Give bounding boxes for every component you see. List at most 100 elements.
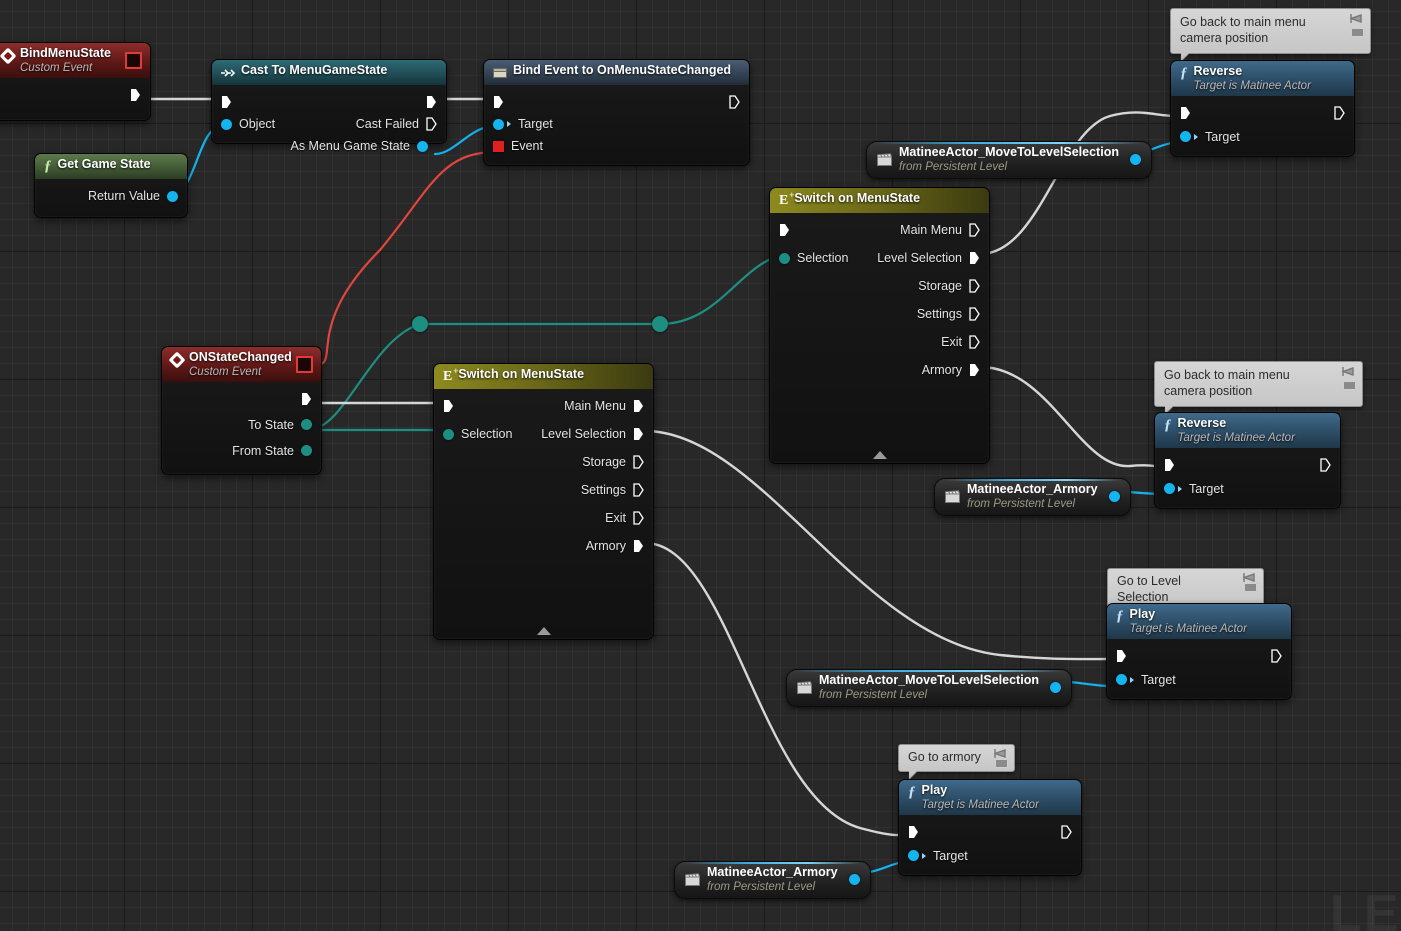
comment-bubble-reverse-mid[interactable]: Go back to main menu camera position <box>1154 361 1363 415</box>
main-menu-out-pin[interactable] <box>633 399 644 413</box>
comment-bubble-play-armory[interactable]: Go to armory <box>898 744 1015 779</box>
pin-label: Target <box>933 848 968 863</box>
pin-row-armory: Armory <box>435 535 653 557</box>
armory-out-pin[interactable] <box>633 539 644 553</box>
exec-in-pin[interactable] <box>221 95 232 109</box>
node-title: ONStateChanged <box>189 350 292 364</box>
exec-out-pin[interactable] <box>130 88 141 102</box>
main-menu-out-pin[interactable] <box>969 223 980 237</box>
node-cast-to-menu-game-state[interactable]: Cast To MenuGameState Object Cast Failed… <box>211 59 447 153</box>
as-menu-game-state-out-pin[interactable] <box>417 140 428 152</box>
pin-comment-icon[interactable] <box>1241 572 1257 583</box>
exec-out-pin[interactable] <box>1334 106 1345 120</box>
node-switch-on-menustate-lower[interactable]: E + Switch on MenuState Selection Main Me… <box>433 363 654 640</box>
actor-name: MatineeActor_MoveToLevelSelection <box>819 673 1039 687</box>
pin-row-level-selection: Level Selection <box>771 247 989 269</box>
exec-out-pin[interactable] <box>1061 825 1072 839</box>
comment-resize-icon[interactable] <box>995 759 1008 768</box>
node-reverse-top[interactable]: ƒ Reverse Target is Matinee Actor Target <box>1170 60 1355 157</box>
node-bind-event-to-on-menu-state-changed[interactable]: Bind Event to OnMenuStateChanged Target … <box>483 59 750 166</box>
target-in-pin[interactable] <box>908 850 919 862</box>
pin-row-object: Object <box>212 113 329 135</box>
pin-row-storage: Storage <box>771 275 989 297</box>
delegate-output-pin[interactable] <box>125 52 142 69</box>
exec-in-pin[interactable] <box>1180 106 1191 120</box>
actor-out-pin[interactable] <box>1129 154 1141 166</box>
storage-out-pin[interactable] <box>633 455 644 469</box>
delegate-output-pin[interactable] <box>296 356 313 373</box>
object-in-pin[interactable] <box>221 118 232 130</box>
exec-out-pin[interactable] <box>1320 458 1331 472</box>
settings-out-pin[interactable] <box>969 307 980 321</box>
pin-label: Cast Failed <box>355 117 419 131</box>
node-reverse-mid[interactable]: ƒ Reverse Target is Matinee Actor Target <box>1154 412 1341 509</box>
actor-out-pin[interactable] <box>1108 491 1120 503</box>
settings-out-pin[interactable] <box>633 483 644 497</box>
actorref-matinee-move-to-level-selection-bottom[interactable]: MatineeActor_MoveToLevelSelection from P… <box>786 669 1072 708</box>
exec-in-pin[interactable] <box>493 95 504 109</box>
pin-label: Event <box>511 139 543 153</box>
actorref-matinee-move-to-level-selection-top[interactable]: MatineeActor_MoveToLevelSelection from P… <box>866 141 1152 180</box>
pin-comment-icon[interactable] <box>1348 13 1364 24</box>
pin-row-main-menu: Main Menu <box>771 219 989 241</box>
return-value-out-pin[interactable] <box>167 190 178 202</box>
armory-out-pin[interactable] <box>969 363 980 377</box>
pin-comment-icon[interactable] <box>992 748 1008 759</box>
actor-out-pin[interactable] <box>848 874 860 886</box>
actor-level: from Persistent Level <box>899 160 1008 173</box>
comment-resize-icon[interactable] <box>1343 381 1356 390</box>
exec-in-pin[interactable] <box>908 825 919 839</box>
node-play-level-selection[interactable]: ƒ Play Target is Matinee Actor Target <box>1106 603 1292 700</box>
target-in-pin[interactable] <box>1180 131 1191 143</box>
exec-in-pin[interactable] <box>1116 649 1127 663</box>
exec-out-pin[interactable] <box>426 95 437 109</box>
reroute-knot-1[interactable] <box>412 316 428 332</box>
target-in-pin[interactable] <box>1116 674 1127 686</box>
storage-out-pin[interactable] <box>969 279 980 293</box>
from-state-out-pin[interactable] <box>301 445 312 457</box>
node-play-armory[interactable]: ƒ Play Target is Matinee Actor Target <box>898 779 1082 876</box>
pin-label: Object <box>239 117 276 131</box>
actor-level: from Persistent Level <box>707 880 816 893</box>
node-subtitle: Custom Event <box>20 61 93 74</box>
exec-in-pin[interactable] <box>1164 458 1175 472</box>
pin-label: Target <box>1205 129 1240 144</box>
exec-out-pin[interactable] <box>301 392 312 406</box>
pin-comment-icon[interactable] <box>1340 366 1356 377</box>
pin-row-settings: Settings <box>435 479 653 501</box>
collapse-arrow-icon[interactable] <box>536 627 551 635</box>
node-on-state-changed[interactable]: ONStateChanged Custom Event To State Fro… <box>161 346 322 475</box>
exec-out-pin[interactable] <box>1271 649 1282 663</box>
actorref-matinee-armory-mid[interactable]: MatineeActor_Armory from Persistent Leve… <box>934 478 1131 517</box>
exit-out-pin[interactable] <box>633 511 644 525</box>
blueprint-graph-canvas[interactable]: BindMenuState Custom Event ƒ Get Game St… <box>0 0 1401 931</box>
node-get-game-state[interactable]: ƒ Get Game State Return Value <box>34 153 188 218</box>
pin-row-storage: Storage <box>435 451 653 473</box>
collapse-arrow-icon[interactable] <box>872 451 887 459</box>
node-header: ƒ Reverse Target is Matinee Actor <box>1171 61 1354 96</box>
to-state-out-pin[interactable] <box>301 419 312 431</box>
exec-out-pin[interactable] <box>729 95 740 109</box>
level-selection-out-pin[interactable] <box>969 251 980 265</box>
watermark: LEV <box>1330 885 1401 931</box>
comment-resize-icon[interactable] <box>1351 28 1364 37</box>
reroute-knot-2[interactable] <box>652 316 668 332</box>
actorref-matinee-armory-bottom[interactable]: MatineeActor_Armory from Persistent Leve… <box>674 861 871 900</box>
cast-failed-out-pin[interactable] <box>426 117 437 131</box>
comment-resize-icon[interactable] <box>1244 583 1257 592</box>
level-selection-out-pin[interactable] <box>633 427 644 441</box>
actor-level: from Persistent Level <box>819 688 928 701</box>
node-bind-menu-state[interactable]: BindMenuState Custom Event <box>0 42 151 121</box>
event-delegate-in-pin[interactable] <box>493 140 504 152</box>
pin-label: As Menu Game State <box>290 139 410 153</box>
exit-out-pin[interactable] <box>969 335 980 349</box>
comment-bubble-reverse-top[interactable]: Go back to main menu camera position <box>1170 8 1371 62</box>
node-switch-on-menustate-upper[interactable]: E + Switch on MenuState Selection Main Me… <box>769 187 990 464</box>
target-in-pin[interactable] <box>493 118 504 130</box>
actor-out-pin[interactable] <box>1049 682 1061 694</box>
matinee-clapper-icon <box>945 490 961 504</box>
pin-row-exit: Exit <box>435 507 653 529</box>
function-f-icon: ƒ <box>1164 417 1172 433</box>
pin-row-target: Target <box>899 845 1081 867</box>
target-in-pin[interactable] <box>1164 483 1175 495</box>
